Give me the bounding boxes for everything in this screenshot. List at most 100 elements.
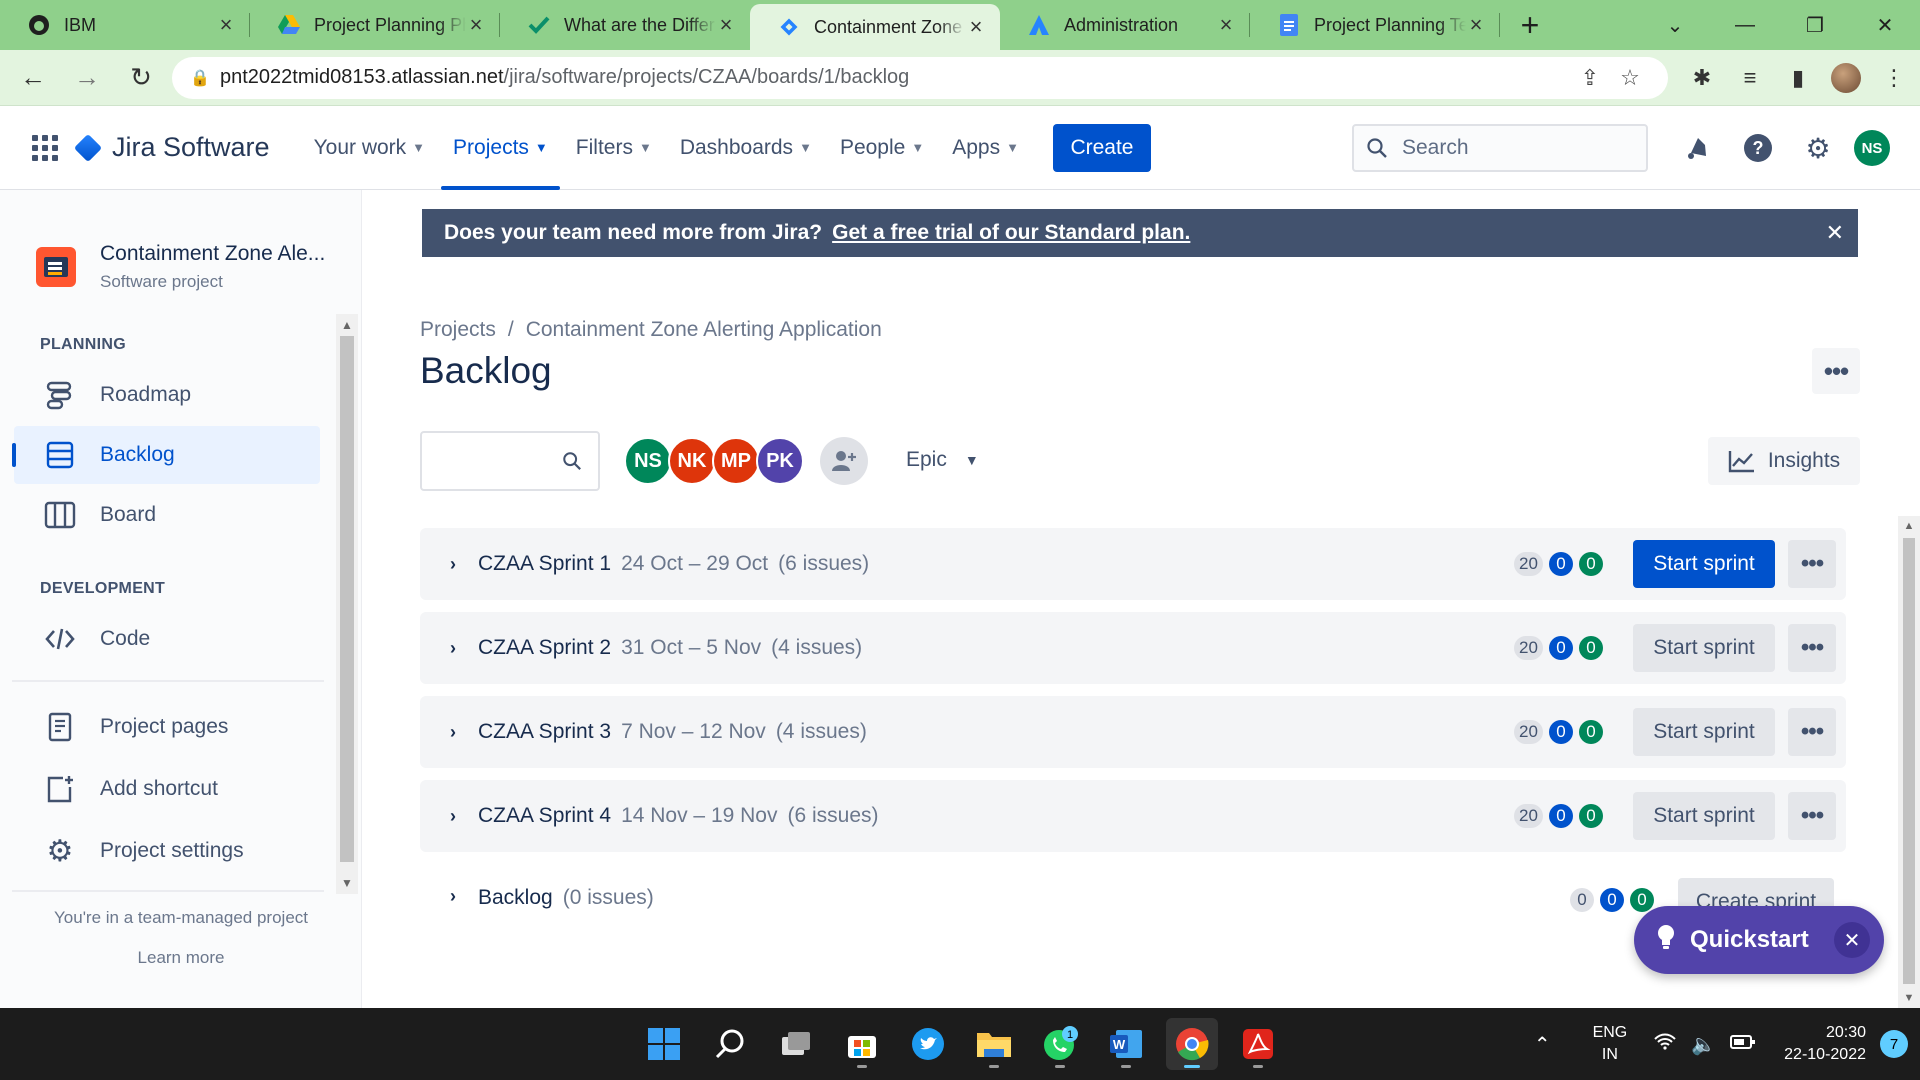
- free-trial-link[interactable]: Get a free trial of our Standard plan.: [832, 221, 1190, 245]
- sprint-row[interactable]: › CZAA Sprint 2 31 Oct – 5 Nov (4 issues) …: [420, 612, 1846, 684]
- profile-avatar[interactable]: [1831, 62, 1861, 93]
- close-tab-icon[interactable]: ×: [466, 12, 486, 38]
- breadcrumb-project[interactable]: Containment Zone Alerting Application: [526, 318, 882, 341]
- new-tab-button[interactable]: +: [1500, 0, 1560, 50]
- close-tab-icon[interactable]: ×: [1216, 12, 1236, 38]
- browser-menu-icon[interactable]: ⋮: [1870, 65, 1918, 91]
- breadcrumb-projects[interactable]: Projects: [420, 318, 496, 341]
- avatar-pk[interactable]: PK: [756, 437, 804, 485]
- minimize-button[interactable]: —: [1710, 0, 1780, 50]
- word-app[interactable]: W: [1100, 1018, 1152, 1070]
- insights-button[interactable]: Insights: [1708, 437, 1860, 485]
- tab-containment-zone[interactable]: Containment Zone ×: [750, 4, 1000, 50]
- tab-ibm[interactable]: IBM ×: [0, 0, 250, 50]
- whatsapp-app[interactable]: 1: [1034, 1018, 1086, 1070]
- menu-filters[interactable]: Filters ▼: [562, 106, 666, 190]
- sprint-more-actions-button[interactable]: •••: [1788, 708, 1836, 756]
- quickstart-button[interactable]: Quickstart ✕: [1634, 906, 1884, 974]
- side-panel-icon[interactable]: ▮: [1774, 65, 1822, 91]
- close-tab-icon[interactable]: ×: [966, 14, 986, 40]
- chevron-right-icon[interactable]: ›: [450, 554, 456, 575]
- tab-project-planning-template[interactable]: Project Planning Te ×: [1250, 0, 1500, 50]
- sidebar-item-add-shortcut[interactable]: Add shortcut: [14, 760, 320, 818]
- epic-filter-dropdown[interactable]: Epic ▼: [906, 448, 979, 472]
- volume-icon[interactable]: 🔈: [1691, 1032, 1716, 1057]
- close-tab-icon[interactable]: ×: [1466, 12, 1486, 38]
- sprint-row[interactable]: › CZAA Sprint 1 24 Oct – 29 Oct (6 issues)…: [420, 528, 1846, 600]
- start-sprint-button[interactable]: Start sprint: [1633, 708, 1775, 756]
- chevron-right-icon[interactable]: ›: [450, 806, 456, 827]
- wifi-icon[interactable]: [1653, 1031, 1677, 1057]
- store-app[interactable]: [836, 1018, 888, 1070]
- notification-badge[interactable]: 7: [1880, 1030, 1908, 1058]
- battery-icon[interactable]: [1730, 1033, 1756, 1056]
- sprint-more-actions-button[interactable]: •••: [1788, 792, 1836, 840]
- menu-people[interactable]: People ▼: [826, 106, 938, 190]
- start-sprint-button[interactable]: Start sprint: [1633, 540, 1775, 588]
- backlog-row[interactable]: › Backlog (0 issues) 0 0 0 Create sprint: [420, 864, 1846, 936]
- search-taskbar-button[interactable]: [704, 1018, 756, 1070]
- settings-gear-icon[interactable]: ⚙: [1788, 132, 1848, 165]
- acrobat-app[interactable]: [1232, 1018, 1284, 1070]
- sidebar-item-project-pages[interactable]: Project pages: [14, 698, 320, 756]
- start-sprint-button[interactable]: Start sprint: [1633, 792, 1775, 840]
- bookmark-star-icon[interactable]: ☆: [1610, 65, 1650, 91]
- language-indicator[interactable]: ENG IN: [1593, 1022, 1628, 1066]
- restore-button[interactable]: ❐: [1780, 0, 1850, 50]
- forward-button[interactable]: →: [66, 57, 108, 99]
- backlog-search-input[interactable]: [420, 431, 600, 491]
- avatar-mp[interactable]: MP: [712, 437, 760, 485]
- app-switcher-icon[interactable]: [32, 134, 58, 161]
- twitter-app[interactable]: [902, 1018, 954, 1070]
- jira-logo[interactable]: Jira Software: [73, 132, 270, 163]
- scrollbar-thumb[interactable]: [1903, 538, 1915, 984]
- share-icon[interactable]: ⇪: [1570, 65, 1610, 91]
- main-scrollbar[interactable]: ▲ ▼: [1898, 516, 1920, 1008]
- close-banner-icon[interactable]: ✕: [1826, 220, 1844, 246]
- menu-your-work[interactable]: Your work ▼: [300, 106, 439, 190]
- file-explorer-app[interactable]: [968, 1018, 1020, 1070]
- project-header[interactable]: Containment Zone Ale... Software project: [36, 242, 325, 292]
- tab-differences[interactable]: What are the Differ ×: [500, 0, 750, 50]
- menu-projects[interactable]: Projects ▼: [439, 106, 562, 190]
- create-button[interactable]: Create: [1052, 123, 1151, 172]
- chevron-right-icon[interactable]: ›: [450, 722, 456, 743]
- sprint-more-actions-button[interactable]: •••: [1788, 624, 1836, 672]
- search-input[interactable]: Search: [1352, 124, 1648, 172]
- scrollbar-thumb[interactable]: [340, 336, 354, 862]
- tab-search-chevron-icon[interactable]: ⌄: [1640, 0, 1710, 50]
- clock[interactable]: 20:30 22-10-2022: [1784, 1022, 1866, 1066]
- sidebar-item-project-settings[interactable]: ⚙ Project settings: [14, 822, 320, 880]
- close-tab-icon[interactable]: ×: [216, 12, 236, 38]
- extensions-puzzle-icon[interactable]: ✱: [1678, 65, 1726, 91]
- media-control-icon[interactable]: ≡: [1726, 65, 1774, 91]
- sidebar-item-board[interactable]: Board: [14, 486, 320, 544]
- close-tab-icon[interactable]: ×: [716, 12, 736, 38]
- chevron-right-icon[interactable]: ›: [450, 886, 456, 907]
- sprint-row[interactable]: › CZAA Sprint 4 14 Nov – 19 Nov (6 issues)…: [420, 780, 1846, 852]
- sidebar-item-roadmap[interactable]: Roadmap: [14, 366, 320, 424]
- menu-dashboards[interactable]: Dashboards ▼: [666, 106, 826, 190]
- back-button[interactable]: ←: [12, 57, 54, 99]
- start-button[interactable]: [638, 1018, 690, 1070]
- avatar-nk[interactable]: NK: [668, 437, 716, 485]
- sprint-row[interactable]: › CZAA Sprint 37 Nov – 12 Nov (4 issues) …: [420, 696, 1846, 768]
- user-avatar[interactable]: NS: [1854, 130, 1890, 166]
- sidebar-item-code[interactable]: Code: [14, 610, 320, 668]
- sidebar-scrollbar[interactable]: ▲ ▼: [336, 314, 358, 894]
- chevron-up-icon[interactable]: ⌃: [1534, 1032, 1551, 1057]
- start-sprint-button[interactable]: Start sprint: [1633, 624, 1775, 672]
- close-window-button[interactable]: ✕: [1850, 0, 1920, 50]
- sprint-more-actions-button[interactable]: •••: [1788, 540, 1836, 588]
- chevron-right-icon[interactable]: ›: [450, 638, 456, 659]
- sidebar-item-backlog[interactable]: Backlog: [12, 426, 320, 484]
- help-icon[interactable]: ?: [1728, 133, 1788, 163]
- url-bar[interactable]: 🔒 pnt2022tmid08153.atlassian.net/jira/so…: [172, 56, 1668, 99]
- tab-administration[interactable]: Administration ×: [1000, 0, 1250, 50]
- menu-apps[interactable]: Apps ▼: [938, 106, 1033, 190]
- page-more-actions-button[interactable]: •••: [1812, 348, 1860, 394]
- close-quickstart-icon[interactable]: ✕: [1834, 922, 1870, 958]
- notifications-icon[interactable]: [1668, 134, 1728, 162]
- task-view-button[interactable]: [770, 1018, 822, 1070]
- tab-project-planning-phase[interactable]: Project Planning Ph ×: [250, 0, 500, 50]
